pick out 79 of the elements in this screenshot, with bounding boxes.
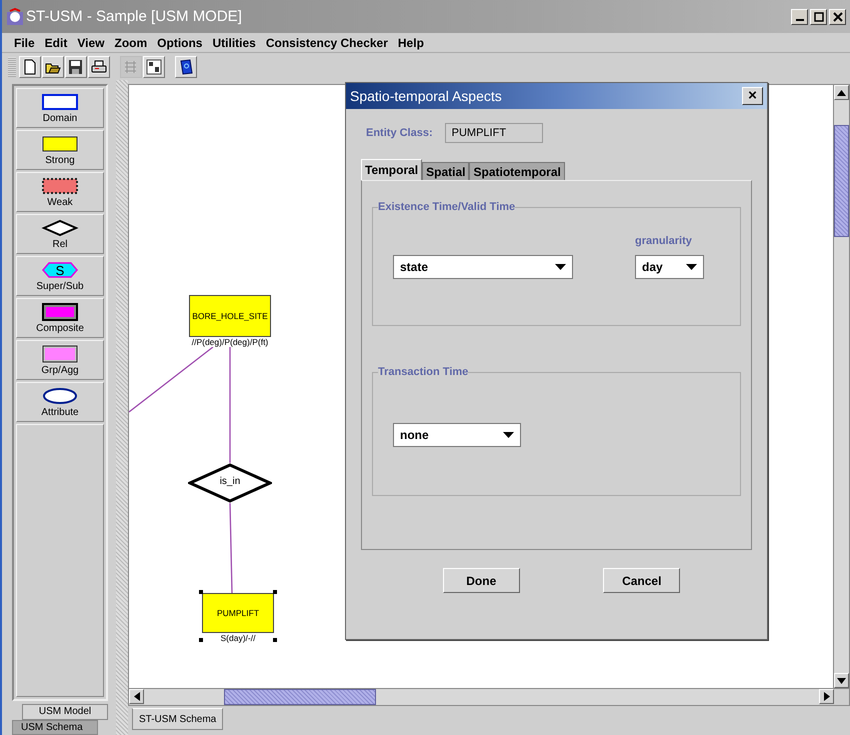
domain-shape-icon <box>40 92 80 110</box>
document-icon <box>22 58 38 74</box>
menu-item[interactable]: Options <box>157 36 202 50</box>
book-icon <box>178 58 194 74</box>
field-label: Entity Class: <box>366 127 433 139</box>
arrow-up-icon <box>837 90 846 96</box>
selection-handle[interactable] <box>199 638 203 642</box>
tab[interactable]: Temporal <box>361 159 422 180</box>
entity-class-field: PUMPLIFT <box>444 123 543 143</box>
scrollbar-thumb[interactable] <box>224 689 376 705</box>
menu-item[interactable]: Utilities <box>212 36 256 50</box>
scroll-right-button[interactable] <box>819 689 834 704</box>
tab[interactable]: USM Model <box>22 704 108 720</box>
supersub-shape-icon: S <box>40 260 80 278</box>
selection-handle[interactable] <box>199 590 203 594</box>
grid-icon <box>123 58 139 74</box>
selection-handle[interactable] <box>273 638 277 642</box>
field-label: granularity <box>635 235 693 247</box>
menu-item[interactable]: Help <box>398 36 424 50</box>
tab[interactable]: ST-USM Schema <box>132 708 224 730</box>
transaction-time-dropdown[interactable]: none <box>393 423 521 447</box>
strong-shape-icon <box>40 134 80 152</box>
group-title: Transaction Time <box>378 366 468 378</box>
printer-icon <box>91 58 107 74</box>
menu-item[interactable]: File <box>14 36 35 50</box>
menu-item[interactable]: Zoom <box>114 36 148 50</box>
minimize-button[interactable] <box>791 8 808 24</box>
maximize-button[interactable] <box>810 8 827 24</box>
close-icon <box>832 12 842 22</box>
close-button[interactable]: × <box>742 87 763 105</box>
scroll-left-button[interactable] <box>129 689 144 704</box>
palette-tool[interactable]: Composite <box>16 298 104 338</box>
tab[interactable]: Spatial <box>422 162 470 180</box>
caret-icon <box>555 264 566 270</box>
done-button[interactable]: Done <box>442 568 520 593</box>
time-type-dropdown[interactable]: state <box>393 255 573 279</box>
arrow-down-icon <box>837 678 846 684</box>
attribute-shape-icon <box>40 386 80 404</box>
dialog-title: Spatio-temporal Aspects <box>350 88 503 104</box>
entity-node[interactable]: BORE_HOLE_SITE <box>189 295 271 337</box>
cancel-button[interactable]: Cancel <box>603 568 680 593</box>
group-title: Existence Time/Valid Time <box>378 201 516 213</box>
entity-node[interactable]: PUMPLIFT <box>202 593 274 633</box>
menu-item[interactable]: Consistency Checker <box>266 36 388 50</box>
layout-icon <box>146 58 162 74</box>
palette-tool[interactable]: Domain <box>16 88 104 128</box>
palette-tool[interactable]: S Super/Sub <box>16 256 104 296</box>
palette-tool[interactable]: Grp/Agg <box>16 340 104 380</box>
arrow-left-icon <box>134 692 140 701</box>
palette-tool[interactable]: Rel <box>16 214 104 254</box>
scroll-up-button[interactable] <box>834 85 849 100</box>
node-annotation: S(day)/-// <box>220 633 256 643</box>
help-button[interactable] <box>175 56 197 78</box>
granularity-dropdown[interactable]: day <box>635 255 704 279</box>
palette-tool[interactable]: Weak <box>16 172 104 212</box>
composite-shape-icon <box>40 302 80 320</box>
palette-tool[interactable]: Strong <box>16 130 104 170</box>
node-annotation: //P(deg)/P(deg)/P(ft) <box>192 337 268 347</box>
menu-item[interactable]: View <box>77 36 104 50</box>
arrow-right-icon <box>824 692 830 701</box>
toolbar-grip[interactable] <box>8 56 16 76</box>
palette-tool[interactable]: Attribute <box>16 382 104 422</box>
scroll-down-button[interactable] <box>834 673 849 688</box>
app-icon <box>6 8 24 26</box>
weak-shape-icon <box>40 176 80 194</box>
grpagg-shape-icon <box>40 344 80 362</box>
scrollbar-thumb[interactable] <box>834 125 849 237</box>
tab[interactable]: USM Schema <box>12 720 98 735</box>
relationship-node[interactable]: is_in <box>188 463 272 503</box>
maximize-icon <box>814 12 824 22</box>
rel-shape-icon <box>40 218 80 236</box>
close-button[interactable] <box>829 8 846 24</box>
selection-handle[interactable] <box>273 590 277 594</box>
menu-item[interactable]: Edit <box>44 36 68 50</box>
caret-icon <box>686 264 697 270</box>
minimize-icon <box>796 18 804 20</box>
caret-icon <box>503 432 514 438</box>
tab[interactable]: Spatiotemporal <box>469 162 565 180</box>
window-title: ST-USM - Sample [USM MODE] <box>26 8 243 25</box>
